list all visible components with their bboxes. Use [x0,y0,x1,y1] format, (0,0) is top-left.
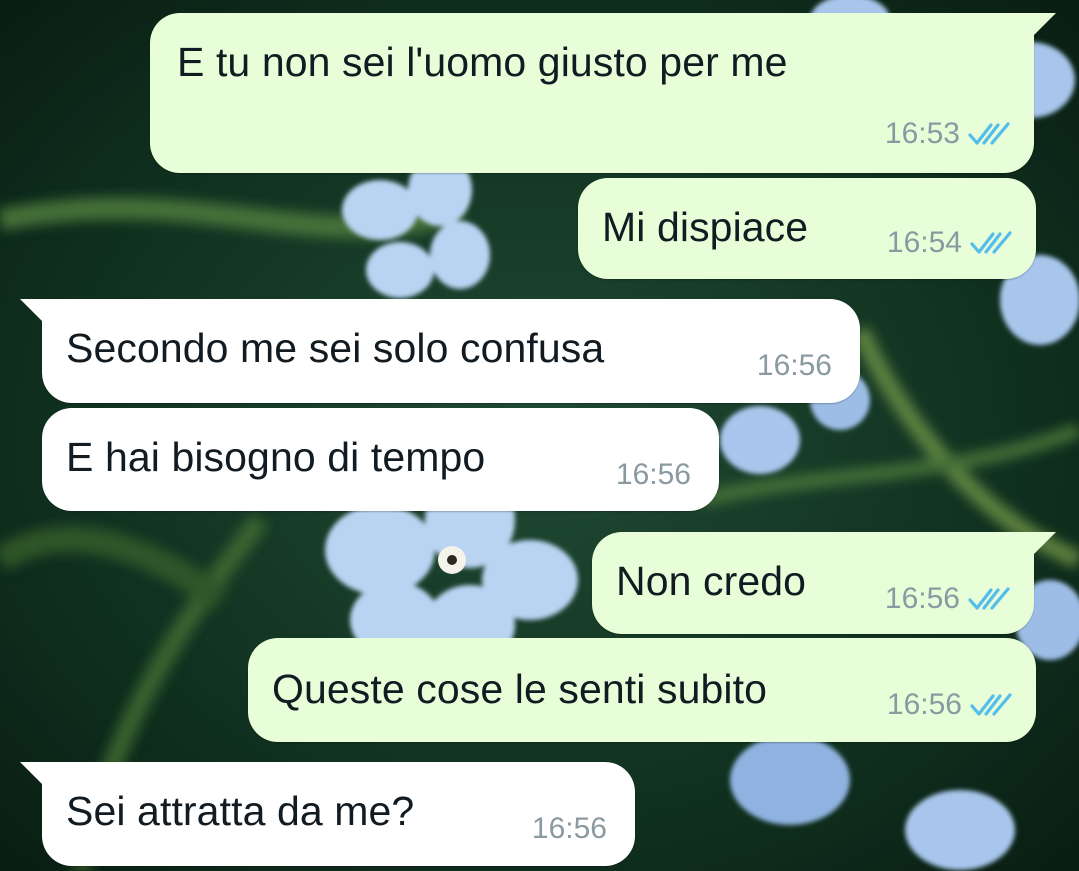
message-bubble-outgoing[interactable]: E tu non sei l'uomo giusto per me 16:53 [150,13,1056,173]
message-meta: 16:56 [885,582,1012,616]
message-text: Mi dispiace [602,204,809,250]
message-text: E hai bisogno di tempo [66,434,486,480]
message-meta: 16:56 [757,349,832,383]
double-check-icon [968,587,1010,610]
message-timestamp: 16:56 [756,349,832,382]
double-check-icon [968,122,1010,145]
message-timestamp: 16:56 [886,688,962,721]
message-meta: 16:56 [616,458,691,492]
message-text: Sei attratta da me? [66,788,415,834]
message-meta: 16:56 [532,812,607,846]
double-check-icon [970,693,1012,716]
message-bubble-outgoing[interactable]: Non credo 16:56 [592,532,1056,634]
message-text: Queste cose le senti subito [272,666,767,712]
double-check-icon [970,231,1012,254]
message-timestamp: 16:56 [531,812,607,845]
message-timestamp: 16:53 [884,117,960,150]
message-meta: 16:56 [887,688,1014,722]
message-bubble-incoming[interactable]: Secondo me sei solo confusa 16:56 [20,299,860,403]
message-meta: 16:53 [885,117,1012,151]
message-meta: 16:54 [887,226,1014,260]
message-bubble-incoming[interactable]: E hai bisogno di tempo 16:56 [42,408,719,511]
message-bubble-outgoing[interactable]: Mi dispiace 16:54 [578,178,1036,279]
message-text: Secondo me sei solo confusa [66,325,605,371]
message-timestamp: 16:54 [886,226,962,259]
message-bubble-incoming[interactable]: Sei attratta da me? 16:56 [20,762,635,866]
message-bubble-outgoing[interactable]: Queste cose le senti subito 16:56 [248,638,1036,742]
message-timestamp: 16:56 [884,582,960,615]
message-text: E tu non sei l'uomo giusto per me [177,39,788,85]
message-timestamp: 16:56 [615,458,691,491]
message-text: Non credo [616,558,807,604]
